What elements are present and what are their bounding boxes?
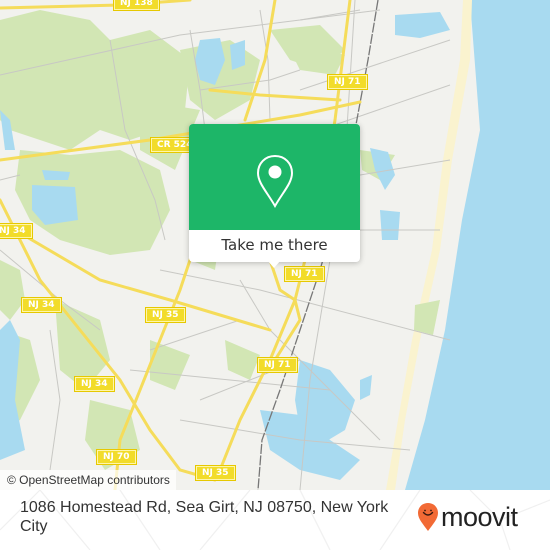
ocean bbox=[405, 0, 550, 490]
map-pin-icon bbox=[256, 154, 294, 208]
moovit-logo[interactable]: moovit bbox=[417, 500, 518, 534]
route-shield: NJ 34 bbox=[74, 376, 115, 392]
route-shield: NJ 71 bbox=[284, 266, 325, 282]
moovit-wordmark: moovit bbox=[441, 502, 518, 532]
map-attribution[interactable]: © OpenStreetMap contributors bbox=[0, 470, 176, 490]
route-shield: NJ 71 bbox=[257, 357, 298, 373]
take-me-there-button[interactable]: Take me there bbox=[189, 230, 360, 262]
route-shield: NJ 71 bbox=[327, 74, 368, 90]
route-shield: NJ 35 bbox=[195, 465, 236, 481]
address-text: 1086 Homestead Rd, Sea Girt, NJ 08750, N… bbox=[20, 499, 389, 535]
popup-pointer bbox=[267, 260, 281, 268]
footer: 1086 Homestead Rd, Sea Girt, NJ 08750, N… bbox=[0, 490, 550, 550]
route-shield: NJ 35 bbox=[145, 307, 186, 323]
route-shield: NJ 138 bbox=[113, 0, 160, 11]
route-shield: NJ 34 bbox=[0, 223, 33, 239]
map-view[interactable]: NJ 138 CR 524 NJ 71 NJ 34 NJ 34 NJ 35 NJ… bbox=[0, 0, 550, 490]
popup-header bbox=[189, 124, 360, 230]
route-shield: NJ 34 bbox=[21, 297, 62, 313]
location-popup: Take me there bbox=[189, 124, 360, 268]
moovit-smiley-pin-icon bbox=[418, 503, 438, 531]
route-shield: NJ 70 bbox=[96, 449, 137, 465]
